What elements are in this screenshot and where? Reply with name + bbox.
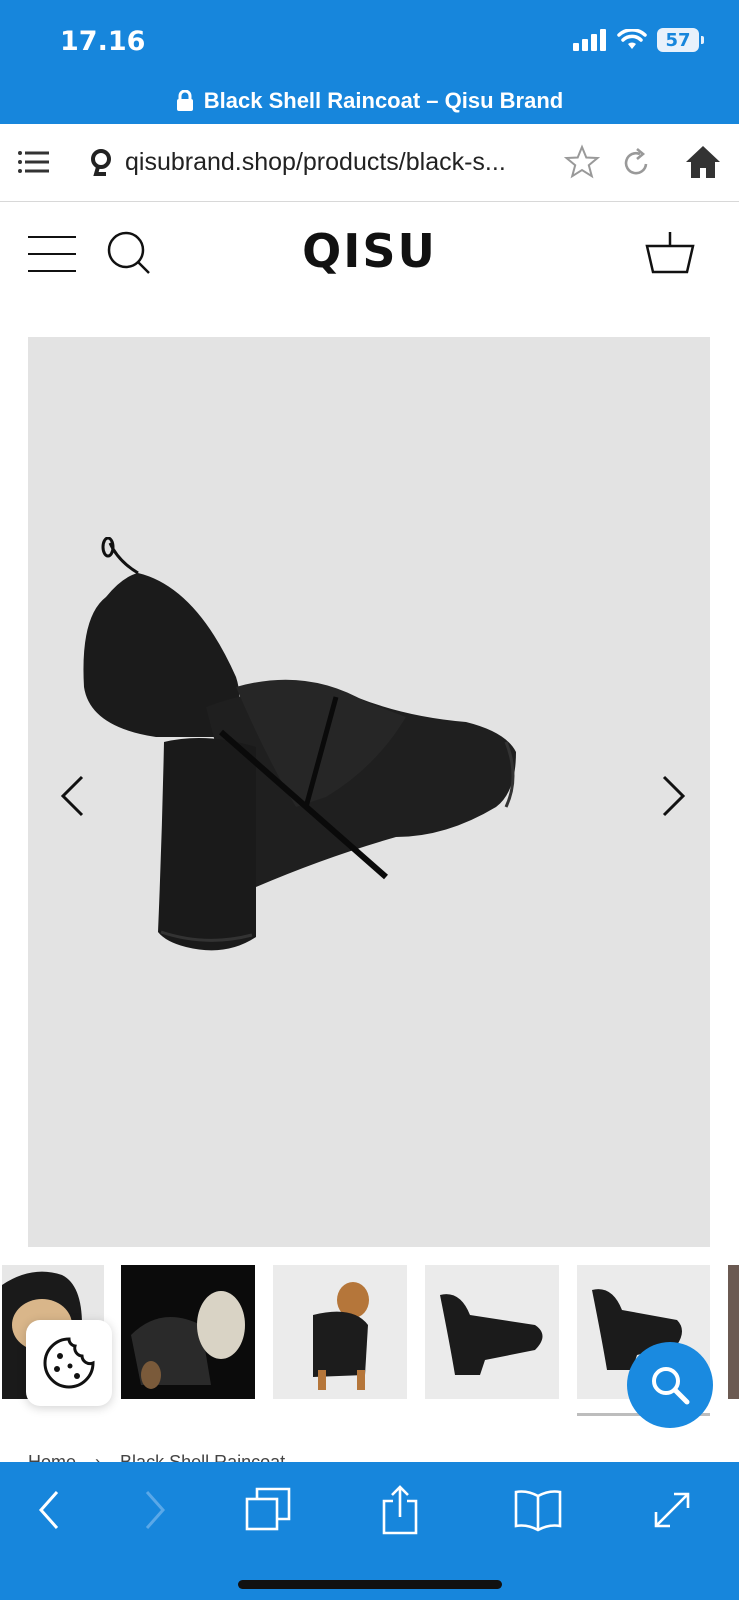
thumbnail-3[interactable] xyxy=(273,1265,407,1399)
chevron-right-icon[interactable] xyxy=(658,774,688,818)
lock-icon xyxy=(176,90,193,111)
battery-indicator: 57 xyxy=(657,28,704,52)
back-button[interactable] xyxy=(20,1480,80,1540)
fullscreen-button[interactable] xyxy=(642,1480,702,1540)
signal-icon xyxy=(573,29,606,51)
reload-icon[interactable] xyxy=(622,146,652,178)
address-bar: qisubrand.shop/products/black-s... xyxy=(0,124,739,202)
cookie-icon xyxy=(43,1337,95,1389)
thumbnail-4[interactable] xyxy=(425,1265,559,1399)
floating-search-button[interactable] xyxy=(627,1342,713,1428)
site-logo[interactable]: QISU xyxy=(0,224,739,278)
page-title-text: Black Shell Raincoat – Qisu Brand xyxy=(203,88,564,113)
share-button[interactable] xyxy=(370,1480,430,1540)
expand-icon xyxy=(654,1492,690,1528)
back-arrow-icon xyxy=(38,1491,59,1529)
site-header: QISU xyxy=(0,202,739,312)
forward-button[interactable] xyxy=(124,1480,184,1540)
book-icon xyxy=(514,1490,562,1532)
page-title: Black Shell Raincoat – Qisu Brand xyxy=(0,88,739,114)
thumbnail-6[interactable] xyxy=(728,1265,739,1399)
thumbnail-2[interactable] xyxy=(121,1265,255,1399)
bookmarks-button[interactable] xyxy=(508,1480,568,1540)
product-gallery[interactable] xyxy=(28,337,710,1247)
status-bar: 17.16 57 Black Shell Raincoat – Qisu Bra… xyxy=(0,0,739,124)
share-icon xyxy=(382,1485,418,1535)
wifi-icon xyxy=(617,29,647,49)
search-engine-icon xyxy=(91,149,111,176)
product-image-raincoat xyxy=(83,537,516,951)
status-time: 17.16 xyxy=(60,26,146,57)
search-icon xyxy=(652,1367,690,1405)
url-field[interactable]: qisubrand.shop/products/black-s... xyxy=(125,148,555,177)
cookie-settings-button[interactable] xyxy=(26,1320,112,1406)
browser-toolbar xyxy=(0,1462,739,1600)
home-indicator[interactable] xyxy=(238,1580,502,1589)
thumbnail-dog-standing-image xyxy=(313,1282,369,1390)
status-icons: 57 xyxy=(573,28,704,52)
forward-arrow-icon xyxy=(145,1491,166,1529)
tabs-button[interactable] xyxy=(238,1480,298,1540)
basket-icon[interactable] xyxy=(645,230,695,274)
home-icon[interactable] xyxy=(684,144,722,180)
thumbnail-dog-rain-image xyxy=(131,1291,245,1389)
bookmark-star-icon[interactable] xyxy=(564,144,600,180)
tabs-icon xyxy=(245,1487,291,1531)
list-menu-icon[interactable] xyxy=(18,150,50,174)
thumbnail-raincoat-image xyxy=(440,1294,543,1375)
